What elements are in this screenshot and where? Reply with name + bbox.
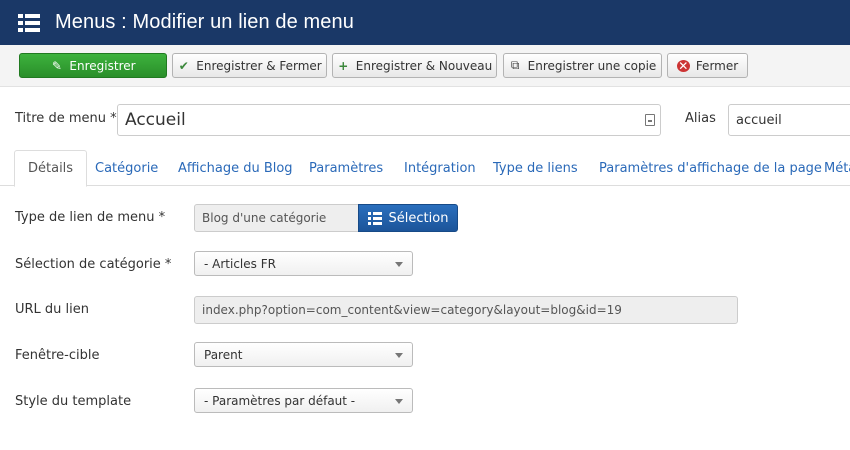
- close-icon: ✕: [676, 58, 690, 73]
- link-url-label: URL du lien: [15, 302, 90, 317]
- chevron-down-icon: [395, 399, 403, 404]
- tab-link-type[interactable]: Type de liens: [480, 150, 591, 186]
- save-button[interactable]: ✎ Enregistrer: [19, 53, 167, 78]
- alias-label: Alias: [685, 111, 716, 126]
- template-style-select[interactable]: - Paramètres par défaut -: [194, 388, 413, 413]
- copy-icon: ⧉: [510, 58, 520, 72]
- target-window-value: Parent: [204, 347, 243, 362]
- link-url-field: index.php?option=com_content&view=catego…: [194, 296, 738, 324]
- link-url-value: index.php?option=com_content&view=catego…: [202, 303, 622, 317]
- app-header: Menus : Modifier un lien de menu: [0, 0, 850, 45]
- target-window-label: Fenêtre-cible: [15, 348, 100, 363]
- tab-page-display[interactable]: Paramètres d'affichage de la page: [586, 150, 835, 186]
- tab-parameters[interactable]: Paramètres: [296, 150, 396, 186]
- alias-value: accueil: [736, 112, 782, 128]
- category-label: Sélection de catégorie *: [15, 257, 172, 272]
- menu-item-type-field: Blog d'une catégorie: [194, 204, 359, 232]
- toolbar: ✎ Enregistrer ✔ Enregistrer & Fermer + E…: [0, 45, 850, 87]
- chevron-down-icon: [395, 262, 403, 267]
- save-new-button[interactable]: + Enregistrer & Nouveau: [332, 53, 497, 78]
- save-close-label: Enregistrer & Fermer: [196, 58, 322, 73]
- edit-icon: ✎: [51, 58, 62, 73]
- save-close-button[interactable]: ✔ Enregistrer & Fermer: [172, 53, 327, 78]
- category-value: - Articles FR: [204, 256, 276, 271]
- save-copy-label: Enregistrer une copie: [527, 58, 657, 73]
- menu-item-type-label: Type de lien de menu *: [15, 210, 166, 225]
- close-label: Fermer: [695, 58, 739, 73]
- select-type-label: Sélection: [388, 210, 449, 226]
- category-select[interactable]: - Articles FR: [194, 251, 413, 276]
- tab-metadata[interactable]: Méta: [811, 150, 850, 186]
- title-label: Titre de menu *: [15, 111, 117, 126]
- tab-bar: Détails Catégorie Affichage du Blog Para…: [0, 150, 850, 187]
- calendar-icon[interactable]: [645, 114, 655, 126]
- title-value: Accueil: [125, 110, 186, 130]
- save-new-label: Enregistrer & Nouveau: [355, 58, 493, 73]
- list-icon: [367, 212, 382, 225]
- tab-details[interactable]: Détails: [14, 150, 88, 187]
- tab-category[interactable]: Catégorie: [82, 150, 171, 186]
- check-icon: ✔: [178, 58, 189, 73]
- save-button-label: Enregistrer: [69, 58, 136, 73]
- save-copy-button[interactable]: ⧉ Enregistrer une copie: [503, 53, 662, 78]
- tab-integration[interactable]: Intégration: [391, 150, 489, 186]
- select-type-button[interactable]: Sélection: [358, 204, 458, 232]
- alias-input[interactable]: accueil: [728, 104, 850, 136]
- target-window-select[interactable]: Parent: [194, 342, 413, 367]
- plus-icon: +: [338, 58, 349, 73]
- page-title: Menus : Modifier un lien de menu: [55, 11, 354, 33]
- menu-item-type-value: Blog d'une catégorie: [202, 211, 327, 225]
- chevron-down-icon: [395, 353, 403, 358]
- template-style-value: - Paramètres par défaut -: [204, 393, 356, 408]
- template-style-label: Style du template: [15, 394, 132, 409]
- tab-blog-display[interactable]: Affichage du Blog: [165, 150, 306, 186]
- title-input[interactable]: Accueil: [117, 104, 661, 136]
- close-button[interactable]: ✕ Fermer: [667, 53, 748, 78]
- list-icon: [18, 13, 40, 32]
